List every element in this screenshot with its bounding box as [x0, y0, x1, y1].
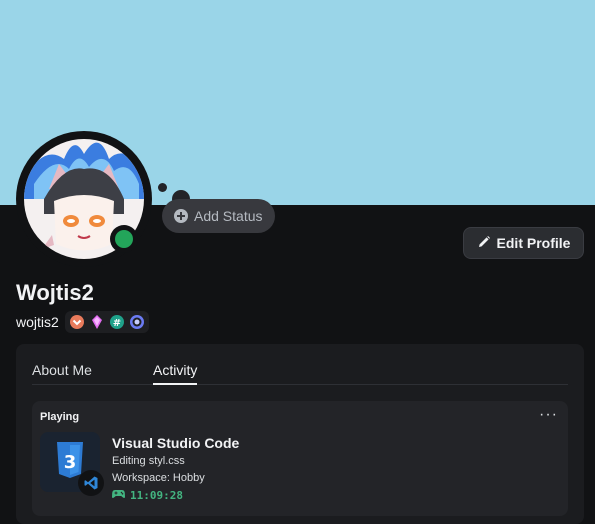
- elapsed-time: 11:09:28: [112, 489, 183, 502]
- activity-state: Workspace: Hobby: [112, 472, 205, 484]
- hashtag-icon[interactable]: #: [109, 314, 125, 330]
- edit-profile-button[interactable]: Edit Profile: [463, 227, 584, 259]
- username[interactable]: wojtis2: [16, 314, 59, 330]
- display-name: Wojtis2: [16, 280, 94, 305]
- game-title: Visual Studio Code: [112, 435, 240, 451]
- status-bubble-dot: [158, 183, 167, 192]
- activity-detail: Editing styl.css: [112, 455, 185, 467]
- plus-icon: [174, 209, 188, 223]
- add-status-label: Add Status: [194, 208, 263, 224]
- edit-profile-label: Edit Profile: [496, 235, 571, 251]
- badge-list: #: [64, 311, 149, 333]
- add-status-button[interactable]: Add Status: [162, 199, 275, 233]
- username-row: wojtis2 #: [16, 311, 149, 333]
- profile-tabs-card: About Me Activity Playing ··· 3 Visual S…: [16, 344, 584, 524]
- online-status-indicator: [110, 225, 138, 253]
- nitro-icon[interactable]: [69, 314, 85, 330]
- svg-text:3: 3: [64, 452, 77, 473]
- tab-bar: About Me Activity: [32, 358, 568, 385]
- avatar-container[interactable]: [16, 131, 152, 267]
- pencil-icon: [477, 235, 491, 252]
- boost-icon[interactable]: [89, 314, 105, 330]
- svg-text:#: #: [113, 318, 121, 329]
- tab-activity[interactable]: Activity: [153, 362, 198, 385]
- vscode-icon: [78, 470, 104, 496]
- quest-icon[interactable]: [129, 314, 145, 330]
- more-options-button[interactable]: ···: [539, 406, 558, 424]
- gamepad-icon: [112, 489, 125, 502]
- tab-about-me[interactable]: About Me: [32, 362, 92, 378]
- activity-card: Playing ··· 3 Visual Studio Code Editing…: [32, 401, 568, 516]
- activity-header: Playing: [40, 411, 80, 423]
- elapsed-time-value: 11:09:28: [130, 489, 183, 502]
